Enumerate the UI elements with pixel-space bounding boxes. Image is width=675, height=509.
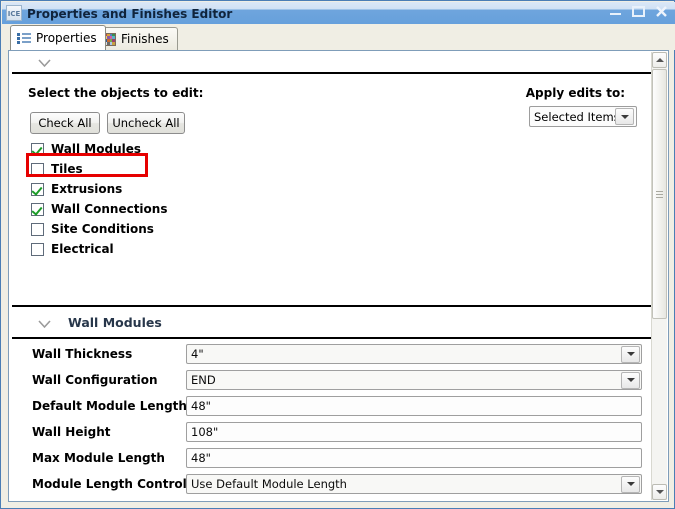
checkbox-row[interactable]: Tiles (31, 159, 167, 179)
top-collapse-bar[interactable] (12, 54, 651, 74)
checkbox-checked-icon[interactable] (31, 182, 44, 196)
tab-strip: Properties Finishes (2, 24, 675, 50)
checkbox-label: Electrical (51, 242, 114, 256)
property-label: Default Module Length (32, 399, 187, 413)
scroll-down-icon[interactable] (652, 484, 667, 500)
section-title: Wall Modules (68, 315, 162, 330)
property-text-input[interactable]: 48" (186, 396, 642, 416)
maximize-icon[interactable] (630, 4, 647, 19)
window-frame: ICE Properties and Finishes Editor Prope… (0, 0, 675, 509)
property-text-input[interactable]: 48" (186, 448, 642, 468)
panel-content: Select the objects to edit: Apply edits … (10, 52, 653, 500)
tab-finishes-label: Finishes (121, 32, 169, 46)
object-checkbox-list: Wall Modules Tiles Extrusions Wall Connecti… (31, 139, 167, 259)
list-icon (17, 32, 31, 44)
chevron-down-icon[interactable] (38, 59, 51, 68)
property-dropdown[interactable]: 4" (186, 344, 642, 364)
apply-edits-to-value: Selected Items (534, 109, 615, 124)
property-value: END (191, 373, 216, 387)
property-value: Use Default Module Length (191, 477, 347, 491)
property-dropdown[interactable]: END (186, 370, 642, 390)
check-all-button[interactable]: Check All (30, 112, 100, 134)
window-controls (607, 4, 670, 19)
tab-finishes[interactable]: Finishes (96, 27, 178, 50)
property-value: 48" (191, 399, 211, 413)
checkbox-row[interactable]: Extrusions (31, 179, 167, 199)
property-row: Wall StyleSolid_Wall_Antlers_at_Overhead… (12, 497, 651, 500)
property-row: Wall Thickness 4" (12, 341, 651, 367)
properties-panel: Select the objects to edit: Apply edits … (8, 50, 669, 502)
property-label: Module Length Control (32, 477, 187, 491)
checkbox-unchecked-icon[interactable] (31, 222, 44, 236)
minimize-icon[interactable] (607, 4, 624, 19)
property-label: Wall Thickness (32, 347, 133, 361)
property-row: Wall Height 108" (12, 419, 651, 445)
checkbox-unchecked-icon[interactable] (31, 162, 44, 176)
property-rows: Wall Thickness 4" Wall Configuration END Def… (12, 341, 651, 500)
app-icon: ICE (6, 5, 22, 21)
property-value: 4" (191, 347, 204, 361)
property-label: Wall Height (32, 425, 111, 439)
chevron-down-icon[interactable] (615, 108, 634, 125)
property-text-input[interactable]: 108" (186, 422, 642, 442)
tab-properties-label: Properties (36, 31, 97, 45)
scroll-up-icon[interactable] (652, 52, 667, 68)
checkbox-row[interactable]: Wall Modules (31, 139, 167, 159)
checkbox-label: Extrusions (51, 182, 123, 196)
chevron-down-icon[interactable] (621, 345, 640, 363)
chevron-down-icon[interactable] (621, 371, 640, 389)
property-value: 48" (191, 451, 211, 465)
chevron-down-icon[interactable] (621, 475, 640, 493)
wall-modules-section-header[interactable]: Wall Modules (12, 309, 651, 339)
title-bar: ICE Properties and Finishes Editor (2, 2, 675, 24)
grip-icon (656, 189, 663, 200)
property-label: Max Module Length (32, 451, 165, 465)
property-row: Max Module Length 48" (12, 445, 651, 471)
select-objects-heading: Select the objects to edit: (28, 86, 204, 100)
checkbox-row[interactable]: Site Conditions (31, 219, 167, 239)
property-dropdown[interactable]: Use Default Module Length (186, 474, 642, 494)
window-title: Properties and Finishes Editor (27, 7, 233, 21)
uncheck-all-button[interactable]: Uncheck All (107, 112, 185, 134)
scrollbar-thumb[interactable] (652, 69, 667, 319)
checkbox-checked-icon[interactable] (31, 142, 44, 156)
checkbox-label: Site Conditions (51, 222, 154, 236)
checkbox-row[interactable]: Wall Connections (31, 199, 167, 219)
apply-edits-to-dropdown[interactable]: Selected Items (529, 106, 637, 127)
chevron-down-icon[interactable] (38, 319, 51, 329)
vertical-scrollbar[interactable] (651, 52, 667, 500)
property-row: Default Module Length 48" (12, 393, 651, 419)
property-value: 108" (191, 425, 219, 439)
checkbox-checked-icon[interactable] (31, 202, 44, 216)
select-objects-group: Select the objects to edit: Apply edits … (12, 76, 651, 307)
checkbox-unchecked-icon[interactable] (31, 242, 44, 256)
property-row: Wall Configuration END (12, 367, 651, 393)
checkbox-label: Wall Connections (51, 202, 168, 216)
property-row: Module Length Control Use Default Module … (12, 471, 651, 497)
property-label: Wall Configuration (32, 373, 158, 387)
color-swatch (112, 41, 115, 45)
checkbox-label: Tiles (51, 162, 83, 176)
tab-properties[interactable]: Properties (10, 25, 106, 50)
checkbox-row[interactable]: Electrical (31, 239, 167, 259)
apply-edits-label: Apply edits to: (525, 86, 625, 100)
close-icon[interactable] (653, 4, 670, 19)
checkbox-label: Wall Modules (51, 142, 142, 156)
